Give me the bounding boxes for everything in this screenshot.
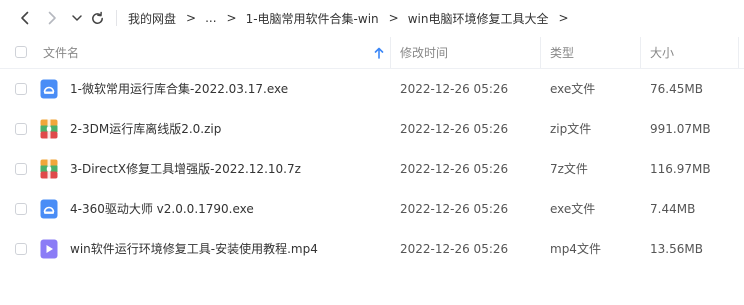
file-type: mp4文件 (550, 242, 601, 256)
table-row[interactable]: win软件运行环境修复工具-安装使用教程.mp4 2022-12-26 05:2… (0, 229, 744, 269)
chevron-down-icon (72, 15, 82, 21)
row-checkbox[interactable] (15, 163, 27, 175)
column-header-name[interactable]: 文件名 (43, 37, 79, 69)
archive-icon (40, 159, 58, 179)
arrow-up-icon[interactable] (374, 47, 384, 59)
table-row[interactable]: 3-DirectX修复工具增强版-2022.12.10.7z 2022-12-2… (0, 149, 744, 189)
breadcrumb-separator: > (226, 11, 237, 25)
breadcrumb-separator: > (388, 11, 399, 25)
chevron-right-icon (48, 11, 56, 25)
navigation-bar: 我的网盘 > ... > 1-电脑常用软件合集-win > win电脑环境修复工… (0, 0, 744, 36)
table-row[interactable]: 4-360驱动大师 v2.0.0.1790.exe 2022-12-26 05:… (0, 189, 744, 229)
breadcrumb-separator: > (558, 11, 569, 25)
dropdown-button[interactable] (68, 9, 86, 27)
file-name[interactable]: 4-360驱动大师 v2.0.0.1790.exe (70, 189, 254, 229)
file-list-header: 文件名 修改时间 类型 大小 (0, 37, 744, 69)
file-name[interactable]: 3-DirectX修复工具增强版-2022.12.10.7z (70, 149, 301, 189)
refresh-icon (91, 11, 103, 24)
breadcrumb-separator: > (186, 11, 197, 25)
forward-button[interactable] (43, 9, 61, 27)
video-icon (40, 239, 58, 259)
column-divider[interactable] (390, 37, 391, 69)
back-button[interactable] (16, 9, 34, 27)
file-type: 7z文件 (550, 162, 588, 176)
file-name[interactable]: win软件运行环境修复工具-安装使用教程.mp4 (70, 229, 318, 269)
file-name[interactable]: 1-微软常用运行库合集-2022.03.17.exe (70, 69, 288, 109)
breadcrumb-item-software-collection[interactable]: 1-电脑常用软件合集-win (246, 10, 379, 27)
breadcrumb-item-my-drive[interactable]: 我的网盘 (128, 10, 176, 27)
file-name[interactable]: 2-3DM运行库离线版2.0.zip (70, 109, 221, 149)
file-modified: 2022-12-26 05:26 (400, 162, 509, 176)
breadcrumb: 我的网盘 > ... > 1-电脑常用软件合集-win > win电脑环境修复工… (128, 0, 578, 36)
select-all-checkbox[interactable] (15, 46, 27, 58)
row-checkbox[interactable] (15, 203, 27, 215)
file-size: 7.44MB (650, 202, 696, 216)
breadcrumb-item-current-folder[interactable]: win电脑环境修复工具大全 (408, 10, 549, 27)
row-checkbox[interactable] (15, 83, 27, 95)
file-type: exe文件 (550, 202, 596, 216)
archive-icon (40, 119, 58, 139)
table-row[interactable]: 1-微软常用运行库合集-2022.03.17.exe 2022-12-26 05… (0, 69, 744, 109)
column-divider[interactable] (640, 37, 641, 69)
column-divider[interactable] (540, 37, 541, 69)
file-size: 991.07MB (650, 122, 711, 136)
nav-divider (116, 10, 117, 26)
table-row[interactable]: 2-3DM运行库离线版2.0.zip 2022-12-26 05:26 zip文… (0, 109, 744, 149)
column-header-size[interactable]: 大小 (650, 37, 674, 69)
column-header-type[interactable]: 类型 (550, 37, 574, 69)
file-size: 76.45MB (650, 82, 703, 96)
file-size: 13.56MB (650, 242, 703, 256)
row-checkbox[interactable] (15, 123, 27, 135)
column-divider[interactable] (738, 37, 739, 69)
file-modified: 2022-12-26 05:26 (400, 122, 509, 136)
column-header-modified[interactable]: 修改时间 (400, 37, 448, 69)
row-checkbox[interactable] (15, 243, 27, 255)
refresh-button[interactable] (88, 9, 106, 27)
exe-icon (40, 79, 58, 99)
file-modified: 2022-12-26 05:26 (400, 202, 509, 216)
file-size: 116.97MB (650, 162, 711, 176)
breadcrumb-item-ellipsis[interactable]: ... (205, 11, 216, 25)
file-type: exe文件 (550, 82, 596, 96)
exe-icon (40, 199, 58, 219)
chevron-left-icon (21, 11, 29, 25)
file-modified: 2022-12-26 05:26 (400, 82, 509, 96)
file-type: zip文件 (550, 122, 592, 136)
file-modified: 2022-12-26 05:26 (400, 242, 509, 256)
